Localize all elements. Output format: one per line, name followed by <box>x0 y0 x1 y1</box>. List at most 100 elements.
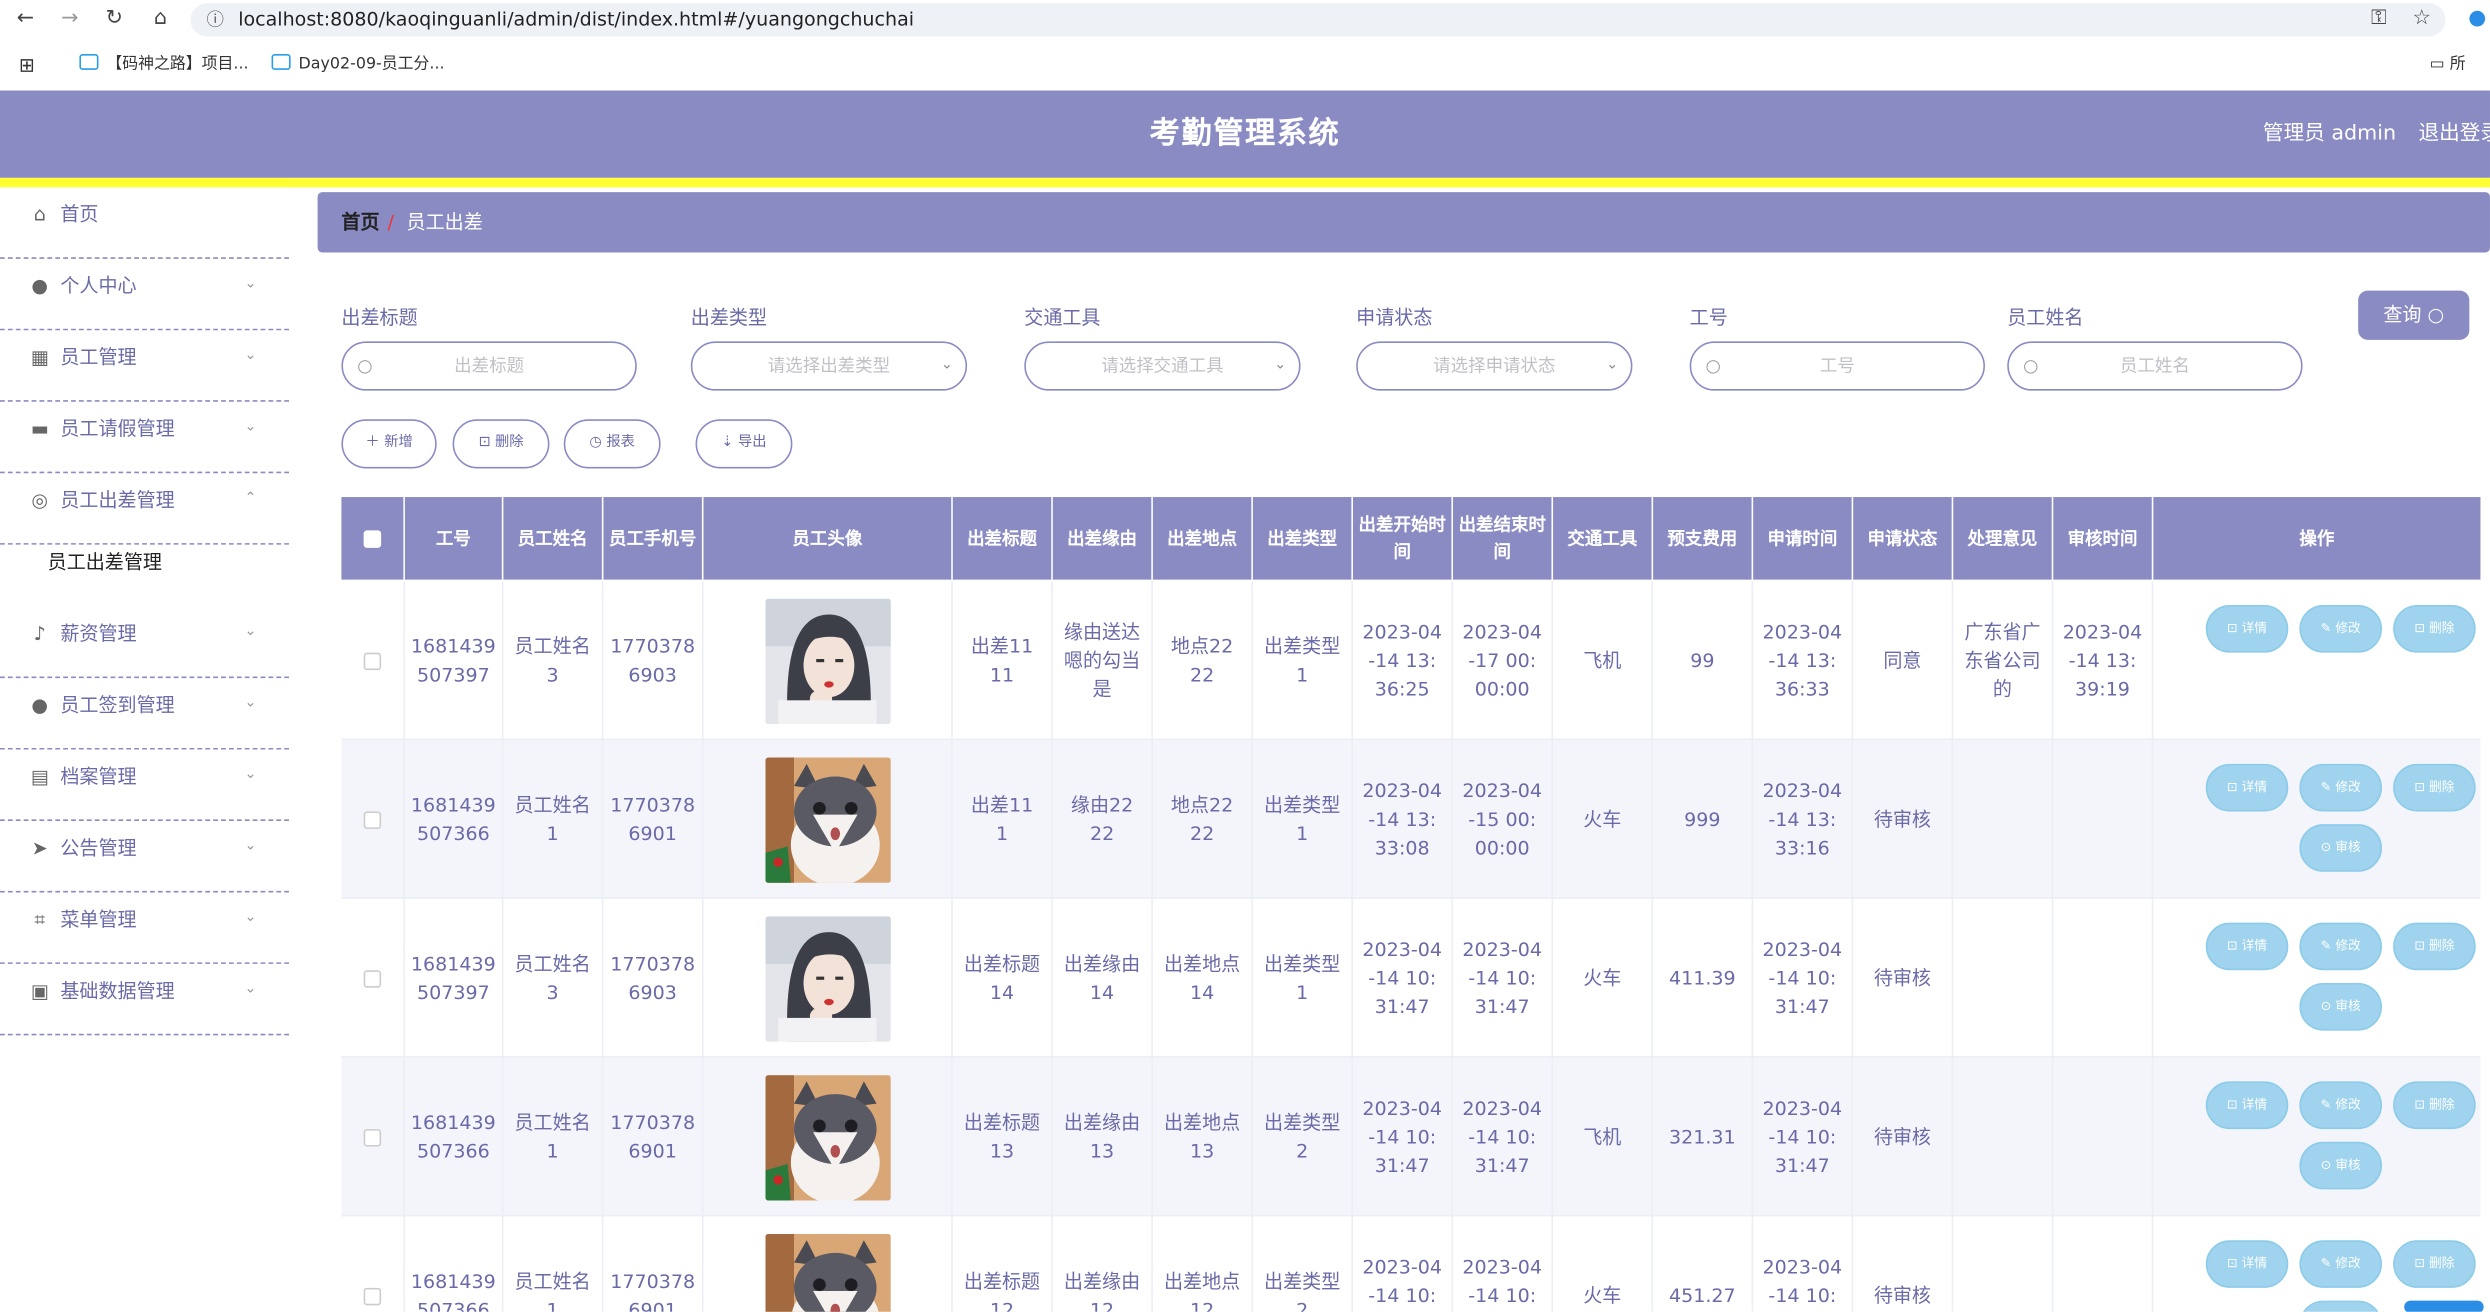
cell-text: 出差缘由 14 <box>1063 952 1141 1004</box>
filter-select[interactable]: 请选择交通工具 ⌄ <box>1024 341 1301 391</box>
sidebar-subitem-trip-management[interactable]: 员工出差管理 <box>48 546 162 578</box>
back-icon[interactable]: ← <box>13 6 38 31</box>
star-icon[interactable]: ☆ <box>2409 6 2434 31</box>
row-checkbox[interactable] <box>363 969 382 987</box>
cell-text: 广东省广 东省公司 的 <box>1964 620 2041 701</box>
cell-text: 1681439 507366 <box>410 1111 496 1163</box>
scroll-indicator[interactable] <box>2404 1300 2484 1312</box>
cell-opinion <box>1953 740 2054 899</box>
chevron-down-icon: ⌄ <box>244 695 257 712</box>
cell-text: 出差类型 1 <box>1264 952 1341 1004</box>
filter-input[interactable]: ○ 工号 <box>1689 341 1986 391</box>
sidebar-item-0[interactable]: ⌂ 首页 <box>0 187 290 259</box>
row-checkbox[interactable] <box>363 1128 382 1146</box>
filter-select[interactable]: 请选择申请状态 ⌄ <box>1356 341 1633 391</box>
breadcrumb-home[interactable]: 首页 <box>341 192 379 252</box>
sidebar-item-7[interactable]: ▤ 档案管理 ⌄ <box>0 750 290 821</box>
edit-button[interactable]: ✎ 修改 <box>2299 922 2382 971</box>
detail-button[interactable]: ⊡ 详情 <box>2205 1081 2289 1130</box>
cell-status: 待审核 <box>1853 1057 1954 1217</box>
url-text: localhost:8080/kaoqinguanli/admin/dist/i… <box>238 7 915 31</box>
sidebar-item-label: 首页 <box>60 203 99 226</box>
column-header: 员工手机号 <box>603 497 704 580</box>
row-checkbox[interactable] <box>363 1287 382 1305</box>
detail-button[interactable]: ⊡ 详情 <box>2205 605 2289 653</box>
crop-icon: ⌗ <box>34 908 46 931</box>
cell-text: 出差类型 1 <box>1264 794 1341 845</box>
filter-select[interactable]: 请选择出差类型 ⌄ <box>690 341 968 391</box>
sidebar-item-10[interactable]: ▣ 基础数据管理 ⌄ <box>0 964 290 1036</box>
filter-label: 交通工具 <box>1024 306 1101 329</box>
cell-text: 1770378 6901 <box>610 794 696 845</box>
detail-button[interactable]: ⊡ 详情 <box>2205 763 2289 812</box>
cell-end: 2023-04 -14 10: 31:47 <box>1453 898 1554 1058</box>
edit-button[interactable]: ✎ 修改 <box>2299 1081 2382 1130</box>
delete-button[interactable]: ⊡ 删除 <box>2393 1081 2476 1130</box>
sidebar-item-8[interactable]: ➤ 公告管理 ⌄ <box>0 821 290 893</box>
sidebar-item-3[interactable]: ▬ 员工请假管理 ⌄ <box>0 402 290 474</box>
key-icon[interactable]: ⚿ <box>2366 6 2391 31</box>
cell-id: 1681439 507397 <box>405 898 504 1058</box>
filter-label: 工号 <box>1689 306 1728 329</box>
cell-status: 同意 <box>1853 581 1954 741</box>
sidebar-item-2[interactable]: ▦ 员工管理 ⌄ <box>0 330 290 402</box>
cell-text: 出差标题 12 <box>963 1270 1041 1312</box>
apps-icon[interactable]: ⊞ <box>19 52 35 77</box>
delete-button[interactable]: ⊡ 删除 <box>2393 763 2476 812</box>
cell-text: 飞机 <box>1583 1125 1622 1149</box>
select-all-checkbox[interactable] <box>363 529 382 548</box>
cell-fee: 451.27 <box>1653 1216 1754 1312</box>
filter-label: 出差类型 <box>690 306 768 329</box>
report-button[interactable]: ◷ 报表 <box>563 419 661 469</box>
column-header: 员工头像 <box>703 497 953 580</box>
cell-name: 员工姓名 3 <box>503 581 604 741</box>
sidebar-item-4[interactable]: ◎ 员工出差管理 ⌃ <box>0 473 290 545</box>
bookmark-2[interactable]: Day02-09-员工分... <box>271 52 445 77</box>
profile-icon[interactable]: ● <box>2465 6 2490 31</box>
delete-button[interactable]: ⊡ 删除 <box>2393 1240 2476 1288</box>
bookmark-folder[interactable]: ▭ 所 <box>2430 52 2466 77</box>
sidebar-item-5[interactable]: ♪ 薪资管理 ⌄ <box>0 607 290 679</box>
review-button[interactable]: ⊙ 审核 <box>2299 982 2382 1031</box>
edit-button[interactable]: ✎ 修改 <box>2299 1240 2382 1288</box>
cell-text: 1681439 507366 <box>410 1270 496 1312</box>
site-info-icon[interactable]: ⓘ <box>206 3 223 36</box>
filter-label: 申请状态 <box>1356 306 1433 329</box>
home-browser-icon[interactable]: ⌂ <box>148 6 173 31</box>
delete-button[interactable]: ⊡ 删除 <box>2393 922 2476 971</box>
reload-icon[interactable]: ↻ <box>102 6 127 31</box>
sidebar-item-6[interactable]: ● 员工签到管理 ⌄ <box>0 678 290 750</box>
delete-button[interactable]: ⊡ 删除 <box>2393 605 2476 653</box>
review-button[interactable]: ⊙ 审核 <box>2299 824 2382 872</box>
export-button[interactable]: ⇣ 导出 <box>695 419 793 469</box>
breadcrumb-separator: / <box>387 211 394 234</box>
add-button[interactable]: ＋ 新增 <box>341 419 437 469</box>
column-header: 出差地点 <box>1153 497 1253 580</box>
cell-text: 待审核 <box>1873 967 1932 990</box>
query-button[interactable]: 查询 ○ <box>2358 290 2470 340</box>
address-bar[interactable]: ⓘ localhost:8080/kaoqinguanli/admin/dist… <box>190 3 2446 37</box>
row-checkbox[interactable] <box>363 651 382 670</box>
bilibili-icon <box>79 53 99 70</box>
cell-text: 1681439 507397 <box>410 635 496 687</box>
filter-input[interactable]: ○ 出差标题 <box>341 341 637 391</box>
bookmark-1[interactable]: 【码神之路】项目... <box>79 52 249 77</box>
cell-place: 出差地点 13 <box>1153 1057 1253 1217</box>
filter-input[interactable]: ○ 员工姓名 <box>2007 341 2303 391</box>
detail-button[interactable]: ⊡ 详情 <box>2205 1240 2289 1288</box>
detail-button[interactable]: ⊡ 详情 <box>2205 922 2289 971</box>
cell-reason: 出差缘由 13 <box>1053 1057 1153 1217</box>
sidebar-item-1[interactable]: ● 个人中心 ⌄ <box>0 259 290 331</box>
batch-delete-button[interactable]: ⊡ 删除 <box>452 419 550 469</box>
logout-link[interactable]: 退出登录 <box>2419 91 2490 178</box>
review-button[interactable]: ⊙ 审核 <box>2299 1300 2382 1312</box>
sidebar-item-label: 公告管理 <box>60 836 137 860</box>
current-user: 管理员 admin <box>2262 122 2397 147</box>
edit-button[interactable]: ✎ 修改 <box>2299 763 2382 812</box>
sidebar-item-9[interactable]: ⌗ 菜单管理 ⌄ <box>0 892 290 964</box>
review-button[interactable]: ⊙ 审核 <box>2299 1141 2382 1190</box>
edit-button[interactable]: ✎ 修改 <box>2299 605 2382 653</box>
row-actions: ⊡ 详情✎ 修改⊡ 删除⊙ 审核 <box>2153 740 2480 899</box>
row-checkbox[interactable] <box>363 810 382 829</box>
forward-icon[interactable]: → <box>57 6 82 31</box>
